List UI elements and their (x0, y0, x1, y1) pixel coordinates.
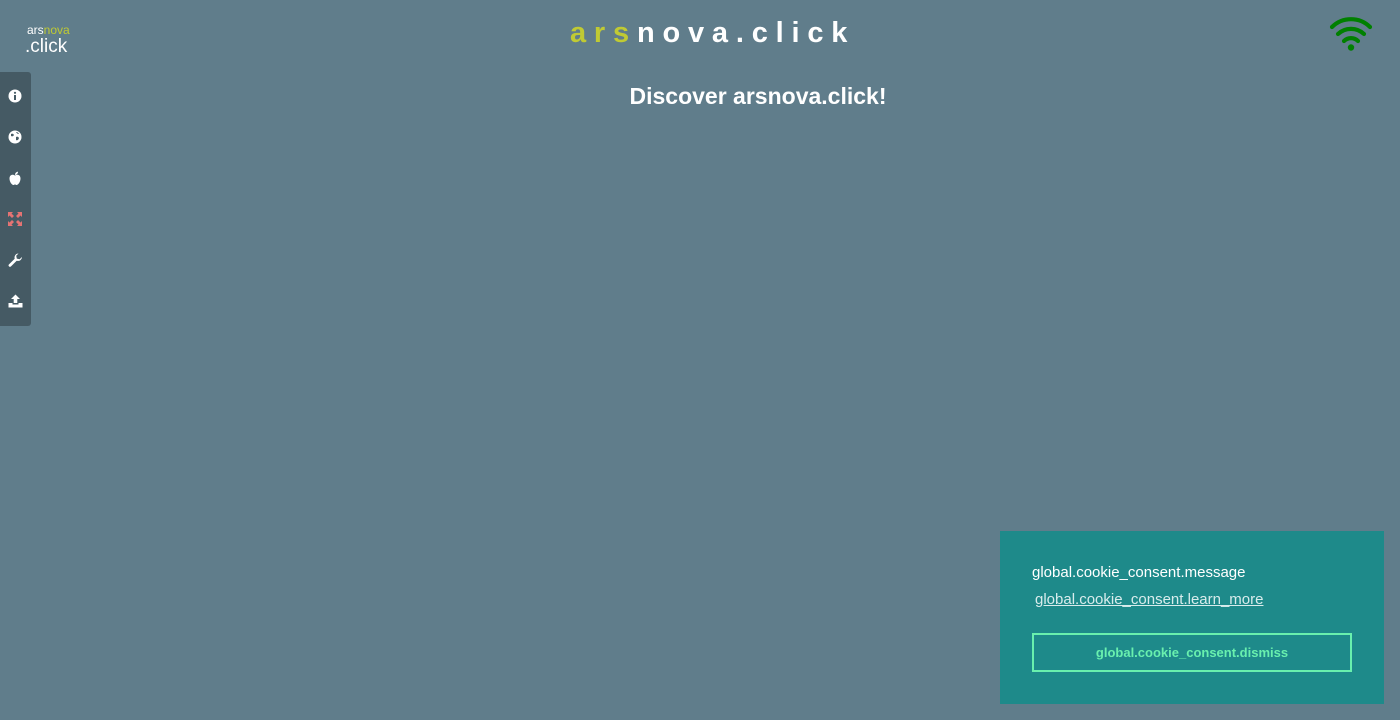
sidebar-item-fullscreen[interactable] (5, 209, 25, 229)
page: arsnova .click arsnova.click Discover ar… (0, 0, 1400, 720)
logo-nova: nova (43, 23, 70, 37)
upload-icon (8, 294, 22, 308)
sidebar-toolbar (0, 72, 31, 326)
cookie-consent-banner: global.cookie_consent.message global.coo… (1000, 531, 1384, 704)
sidebar-item-upload[interactable] (5, 291, 25, 311)
logo-click: .click (25, 36, 68, 57)
logo-ars: ars (27, 23, 44, 37)
globe-icon (8, 130, 22, 144)
header-title-rest: nova.click (636, 17, 856, 49)
sidebar-item-apple[interactable] (5, 168, 25, 188)
sidebar-item-language[interactable] (5, 127, 25, 147)
wrench-icon (8, 253, 22, 267)
page-headline: Discover arsnova.click! (629, 83, 887, 109)
header-title-accent: ars (570, 17, 637, 49)
apple-icon (9, 171, 21, 185)
header-title: arsnova.click (570, 17, 855, 50)
site-logo[interactable]: arsnova .click (25, 24, 70, 57)
sidebar-item-tools[interactable] (5, 250, 25, 270)
logo-line-1: arsnova (27, 24, 70, 36)
cookie-consent-learn-more-link[interactable]: global.cookie_consent.learn_more (1035, 591, 1263, 608)
wifi-icon (1328, 14, 1374, 52)
cookie-consent-message: global.cookie_consent.message (1032, 564, 1246, 581)
cookie-consent-dismiss-button[interactable]: global.cookie_consent.dismiss (1032, 633, 1352, 672)
expand-icon (8, 212, 22, 226)
